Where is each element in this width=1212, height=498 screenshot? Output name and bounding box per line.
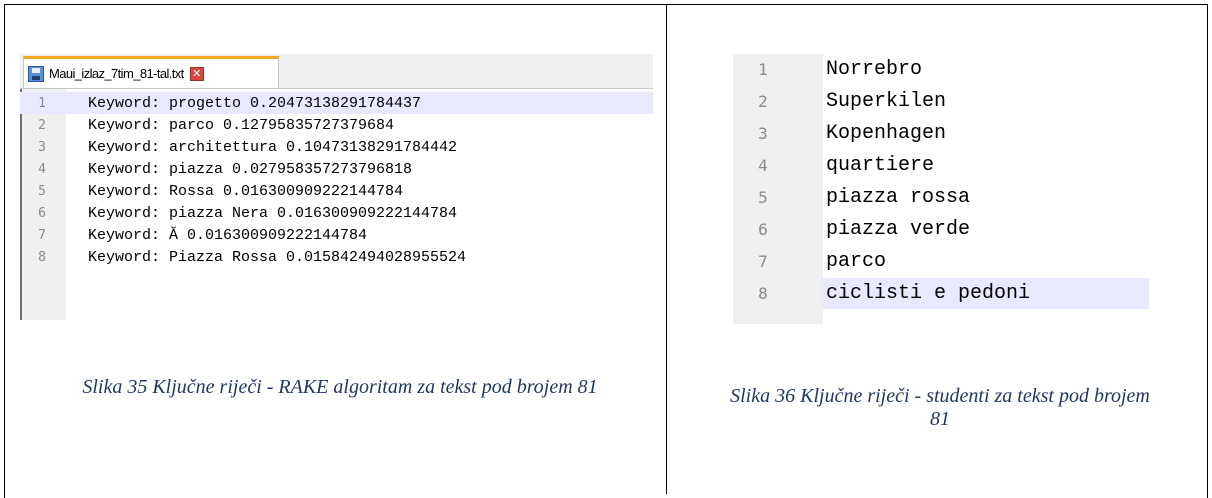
right-editor[interactable]: 1 Norrebro 2 Superkilen 3 Kopenhagen 4 q…	[733, 54, 1149, 324]
line-number: 1	[758, 60, 768, 79]
line-text: parco	[826, 250, 887, 273]
code-line: 5 Keyword: Rossa 0.016300909222144784	[20, 180, 653, 202]
line-number: 8	[758, 284, 768, 303]
code-line: 3 Keyword: architettura 0.10473138291784…	[20, 136, 653, 158]
line-number: 4	[758, 156, 768, 175]
line-number: 3	[758, 124, 768, 143]
line-number: 6	[38, 205, 46, 221]
code-line: 5 piazza rossa	[733, 182, 1149, 213]
code-line: 4 quartiere	[733, 150, 1149, 181]
code-line: 1 Keyword: progetto 0.20473138291784437	[20, 92, 653, 114]
tab-bar: Maui_izlaz_7tim_81-tal.txt ✕	[20, 54, 653, 89]
code-line: 2 Keyword: parco 0.12795835727379684	[20, 114, 653, 136]
code-line: 6 Keyword: piazza Nera 0.016300909222144…	[20, 202, 653, 224]
save-icon	[28, 65, 44, 82]
line-number: 2	[758, 92, 768, 111]
line-text: Keyword: architettura 0.1047313829178444…	[88, 138, 458, 156]
code-line: 2 Superkilen	[733, 86, 1149, 117]
code-line: 7 parco	[733, 246, 1149, 277]
line-text: Norrebro	[826, 58, 923, 81]
code-line: 7 Keyword: Ă 0.016300909222144784	[20, 224, 653, 246]
line-number: 2	[38, 117, 46, 133]
line-text: Keyword: Piazza Rossa 0.0158424940289555…	[88, 248, 467, 266]
line-text: Keyword: piazza Nera 0.01630090922214478…	[88, 204, 458, 222]
line-text: Keyword: parco 0.12795835727379684	[88, 116, 395, 134]
column-divider	[666, 4, 667, 494]
code-line: 1 Norrebro	[733, 54, 1149, 85]
line-number: 5	[758, 188, 768, 207]
line-text: Kopenhagen	[826, 122, 947, 145]
line-number: 7	[758, 252, 768, 271]
line-number: 3	[38, 139, 46, 155]
line-number: 7	[38, 227, 46, 243]
line-text: Keyword: Rossa 0.016300909222144784	[88, 182, 404, 200]
right-caption-line1: Slika 36 Ključne riječi - studenti za te…	[730, 385, 1150, 407]
close-icon[interactable]: ✕	[189, 66, 204, 81]
line-text: piazza rossa	[826, 186, 971, 209]
line-number: 1	[38, 95, 46, 111]
file-tab-label: Maui_izlaz_7tim_81-tal.txt	[49, 66, 184, 81]
left-caption: Slika 35 Ključne riječi - RAKE algoritam…	[82, 376, 598, 398]
line-number: 6	[758, 220, 768, 239]
line-text: Superkilen	[826, 90, 947, 113]
line-text: Keyword: Ă 0.016300909222144784	[88, 226, 368, 244]
line-number: 5	[38, 183, 46, 199]
right-caption: Slika 36 Ključne riječi - studenti za te…	[680, 385, 1200, 431]
line-text: Keyword: progetto 0.20473138291784437	[88, 94, 422, 112]
line-text: piazza verde	[826, 218, 971, 241]
line-number: 4	[38, 161, 46, 177]
file-tab[interactable]: Maui_izlaz_7tim_81-tal.txt ✕	[23, 56, 279, 88]
left-code-area[interactable]: 1 Keyword: progetto 0.20473138291784437 …	[20, 89, 653, 320]
line-text: quartiere	[826, 154, 935, 177]
code-line: 6 piazza verde	[733, 214, 1149, 245]
line-text: ciclisti e pedoni	[826, 282, 1031, 305]
code-line: 8 ciclisti e pedoni	[733, 278, 1149, 309]
code-line: 8 Keyword: Piazza Rossa 0.01584249402895…	[20, 246, 653, 268]
line-number: 8	[38, 249, 46, 265]
left-editor: Maui_izlaz_7tim_81-tal.txt ✕ 1 Keyword: …	[20, 54, 653, 320]
line-text: Keyword: piazza 0.027958357273796818	[88, 160, 413, 178]
right-caption-line2: 81	[930, 408, 950, 430]
code-line: 3 Kopenhagen	[733, 118, 1149, 149]
code-line: 4 Keyword: piazza 0.027958357273796818	[20, 158, 653, 180]
